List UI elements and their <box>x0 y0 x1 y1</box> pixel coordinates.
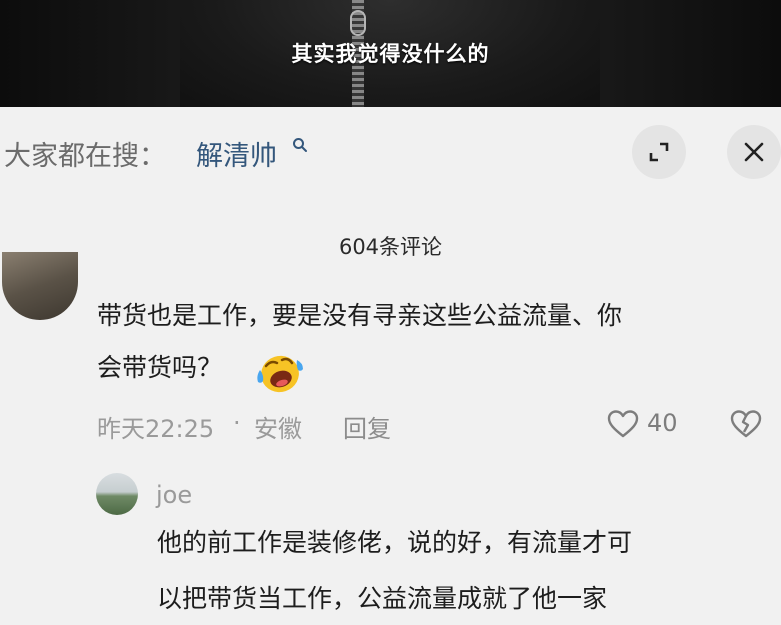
close-icon <box>744 142 764 162</box>
search-icon[interactable] <box>292 137 308 153</box>
like-count: 40 <box>647 409 678 437</box>
reply-button[interactable]: 回复 <box>343 409 391 444</box>
close-button[interactable] <box>727 125 781 179</box>
comment-time: 昨天22:25 <box>97 415 215 443</box>
search-suggestion-term[interactable]: 解清帅 <box>196 134 277 173</box>
meta-separator: · <box>233 409 241 437</box>
reply-text-line: 他的前工作是装修佬，说的好，有流量才可 <box>157 528 633 557</box>
video-zipper-pull <box>350 10 366 36</box>
comment-count: 604条评论 <box>338 235 443 259</box>
search-suggestion-prefix: 大家都在搜： <box>4 141 166 172</box>
comment-text-line: 会带货吗？ <box>97 353 223 382</box>
laughing-crying-emoji <box>257 355 303 393</box>
reply-text-line: 以把带货当工作，公益流量成就了他一家 <box>157 584 608 613</box>
comment-text-line: 带货也是工作，要是没有寻亲这些公益流量、你 <box>97 301 623 330</box>
expand-button[interactable] <box>632 125 686 179</box>
reply-author-name[interactable]: joe <box>156 481 192 509</box>
commenter-avatar[interactable] <box>2 252 78 320</box>
reply-avatar[interactable] <box>96 473 138 515</box>
expand-icon <box>649 142 669 162</box>
broken-heart-icon[interactable] <box>729 408 763 440</box>
heart-icon[interactable] <box>606 408 640 440</box>
video-player[interactable]: 其实我觉得没什么的 <box>0 0 781 107</box>
video-subtitle: 其实我觉得没什么的 <box>291 41 490 66</box>
comment-location: 安徽 <box>254 415 302 443</box>
